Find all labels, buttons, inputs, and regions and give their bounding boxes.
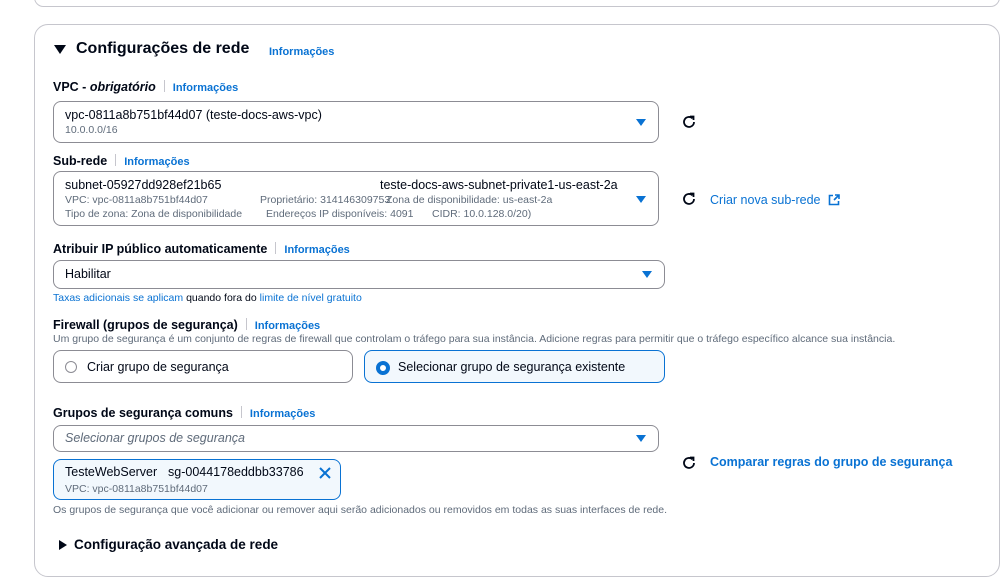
- subnet-name: teste-docs-aws-subnet-private1-us-east-2…: [380, 178, 618, 192]
- public-ip-note: Taxas adicionais se aplicam quando fora …: [53, 292, 362, 304]
- vpc-value: vpc-0811a8b751bf44d07 (teste-docs-aws-vp…: [65, 108, 322, 122]
- section-info-link[interactable]: Informações: [269, 46, 334, 58]
- caret-down-icon: [636, 435, 646, 442]
- vpc-cidr: 10.0.0.0/16: [65, 124, 118, 136]
- radio-select-label: Selecionar grupo de segurança existente: [398, 360, 626, 374]
- compare-rules-link[interactable]: Comparar regras do grupo de segurança: [710, 455, 952, 469]
- firewall-label: Firewall (grupos de segurança): [53, 318, 238, 332]
- subnet-owner: Proprietário: 314146309753: [260, 194, 391, 206]
- caret-right-icon: [59, 540, 67, 550]
- caret-down-icon[interactable]: [54, 45, 66, 55]
- security-groups-placeholder: Selecionar grupos de segurança: [65, 431, 245, 445]
- subnet-select[interactable]: subnet-05927dd928ef21b65 teste-docs-aws-…: [53, 171, 659, 226]
- caret-down-icon: [636, 196, 646, 203]
- subnet-ips: Endereços IP disponíveis: 4091: [266, 208, 414, 220]
- caret-down-icon: [636, 119, 646, 126]
- subnet-zone-type: Tipo de zona: Zona de disponibilidade: [65, 208, 243, 220]
- common-groups-label: Grupos de segurança comuns: [53, 406, 233, 420]
- public-ip-label: Atribuir IP público automaticamente: [53, 242, 268, 256]
- public-ip-label-row: Atribuir IP público automaticamente Infor…: [53, 240, 350, 258]
- radio-button-selected[interactable]: [376, 361, 390, 375]
- common-groups-info-link[interactable]: Informações: [250, 408, 315, 420]
- token-group-id: sg-0044178eddbb33786: [168, 465, 304, 479]
- caret-down-icon: [642, 271, 652, 278]
- subnet-label-row: Sub-rede Informações: [53, 152, 190, 170]
- token-group-name: TesteWebServer: [65, 465, 158, 479]
- subnet-id: subnet-05927dd928ef21b65: [65, 178, 222, 192]
- close-icon[interactable]: [319, 467, 331, 479]
- vpc-required: obrigatório: [89, 80, 156, 94]
- refresh-icon[interactable]: [681, 191, 697, 207]
- public-ip-info-link[interactable]: Informações: [284, 244, 349, 256]
- public-ip-select[interactable]: Habilitar: [53, 260, 665, 289]
- subnet-vpc: VPC: vpc-0811a8b751bf44d07: [65, 194, 208, 206]
- security-groups-note: Os grupos de segurança que você adiciona…: [53, 504, 668, 516]
- subnet-label: Sub-rede: [53, 154, 108, 168]
- vpc-label-row: VPC - obrigatório Informações: [53, 80, 239, 94]
- public-ip-value: Habilitar: [65, 267, 111, 281]
- vpc-label: VPC: [53, 80, 79, 94]
- radio-button[interactable]: [65, 361, 77, 373]
- radio-select-existing-group[interactable]: Selecionar grupo de segurança existente: [364, 350, 665, 383]
- refresh-icon[interactable]: [681, 455, 697, 471]
- token-vpc: VPC: vpc-0811a8b751bf44d07: [65, 483, 208, 495]
- subnet-cidr: CIDR: 10.0.128.0/20): [432, 208, 532, 220]
- previous-section-card: [34, 0, 1000, 7]
- refresh-icon[interactable]: [681, 114, 697, 130]
- firewall-description: Um grupo de segurança é um conjunto de r…: [53, 333, 896, 345]
- security-group-token: TesteWebServer sg-0044178eddbb33786 VPC:…: [53, 459, 341, 500]
- section-title: Configurações de rede: [76, 40, 250, 57]
- external-link-icon: [828, 194, 840, 206]
- create-subnet-link[interactable]: Criar nova sub-rede: [710, 191, 840, 209]
- public-ip-note-text: quando fora do: [186, 292, 257, 304]
- vpc-select[interactable]: vpc-0811a8b751bf44d07 (teste-docs-aws-vp…: [53, 101, 659, 143]
- security-groups-select[interactable]: Selecionar grupos de segurança: [53, 425, 659, 452]
- radio-create-label: Criar grupo de segurança: [87, 360, 229, 374]
- vpc-info-link[interactable]: Informações: [173, 82, 238, 94]
- advanced-network-label: Configuração avançada de rede: [74, 537, 279, 552]
- free-tier-link[interactable]: limite de nível gratuito: [260, 292, 362, 304]
- subnet-info-link[interactable]: Informações: [124, 156, 189, 168]
- common-groups-label-row: Grupos de segurança comuns Informações: [53, 404, 315, 422]
- firewall-info-link[interactable]: Informações: [255, 320, 320, 332]
- additional-fees-link[interactable]: Taxas adicionais se aplicam: [53, 292, 183, 304]
- subnet-az: Zona de disponibilidade: us-east-2a: [386, 194, 553, 206]
- firewall-label-row: Firewall (grupos de segurança) Informaçõe…: [53, 316, 320, 334]
- radio-create-security-group[interactable]: Criar grupo de segurança: [53, 350, 353, 383]
- create-subnet-label: Criar nova sub-rede: [710, 193, 821, 207]
